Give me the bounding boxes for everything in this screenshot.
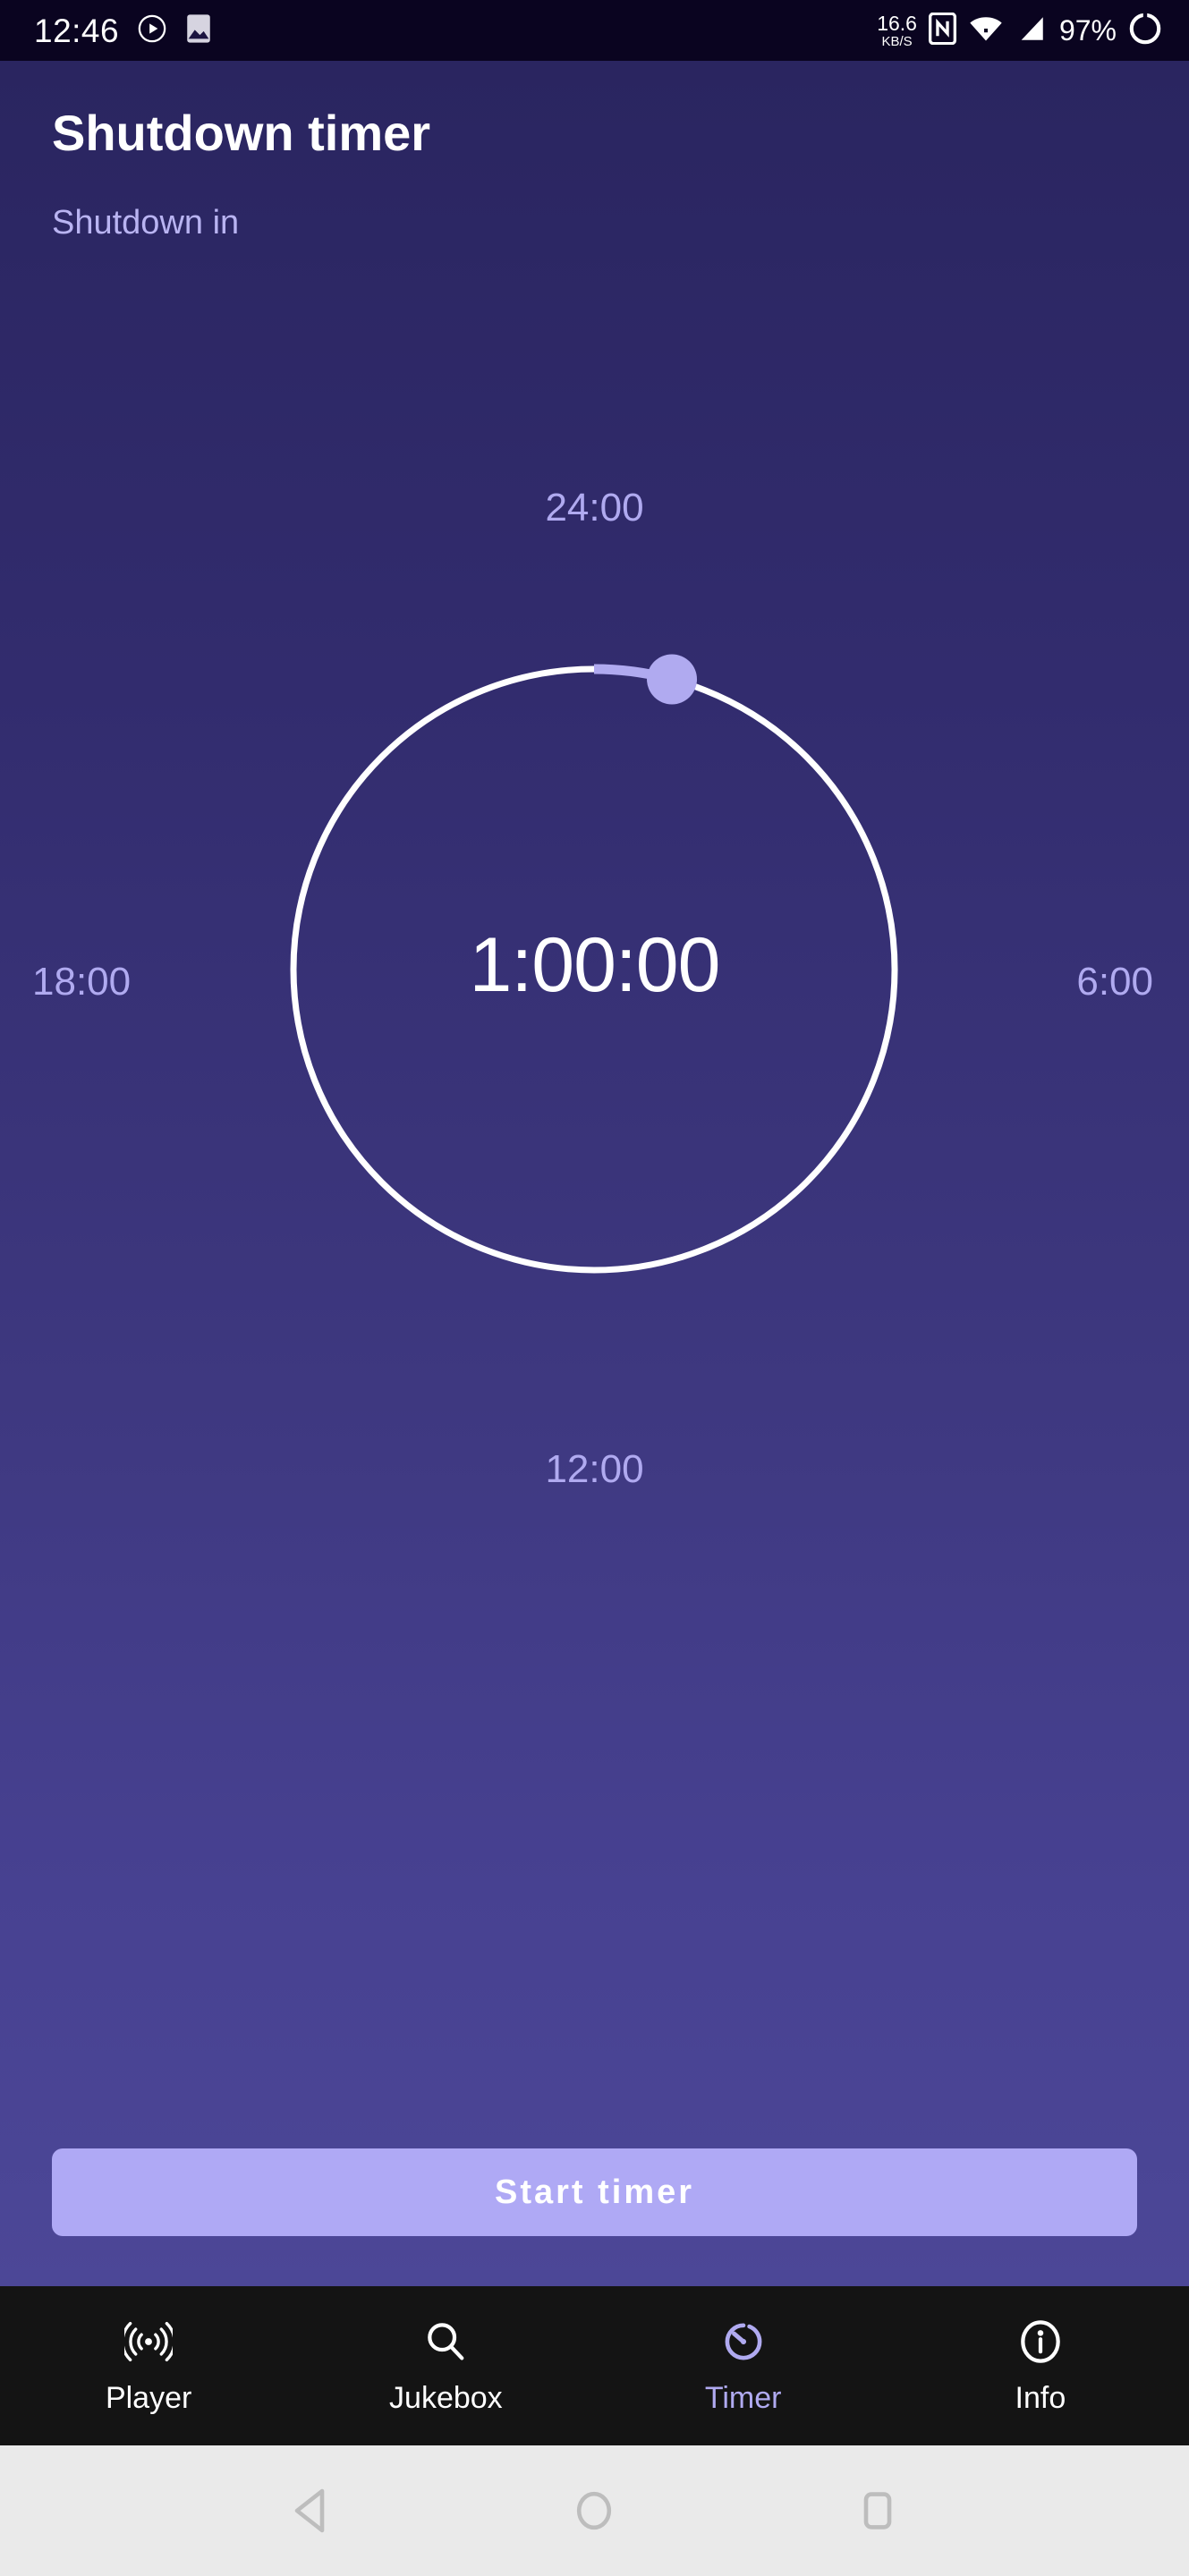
page-subtitle: Shutdown in: [52, 204, 240, 242]
broadcast-icon: [124, 2317, 174, 2367]
phone-screen: 12:46 16.6 KB/S 97% Shutdown timer Shutd…: [0, 0, 1189, 2576]
status-bar-right: 16.6 KB/S 97%: [877, 12, 1162, 50]
nav-label-info: Info: [1015, 2380, 1066, 2415]
nav-item-info[interactable]: Info: [892, 2286, 1189, 2445]
page-title: Shutdown timer: [52, 105, 431, 161]
battery-circle-icon: [1128, 12, 1162, 50]
search-icon: [423, 2317, 468, 2367]
nav-label-jukebox: Jukebox: [389, 2380, 503, 2415]
home-circle-icon[interactable]: [540, 2445, 648, 2576]
status-bar-left: 12:46: [34, 13, 212, 48]
nfc-icon: [928, 12, 956, 49]
network-speed-value: 16.6: [877, 11, 917, 35]
app-content: Shutdown timer Shutdown in 24:00 6:00 12…: [0, 61, 1189, 2286]
dial-label-top: 24:00: [545, 486, 644, 530]
battery-percent: 97%: [1058, 13, 1117, 47]
timer-icon: [719, 2317, 768, 2367]
signal-icon: [1015, 13, 1048, 48]
network-speed: 16.6 KB/S: [877, 13, 917, 48]
nav-item-jukebox[interactable]: Jukebox: [297, 2286, 594, 2445]
play-circle-icon: [137, 13, 167, 48]
android-navigation-bar: [0, 2445, 1189, 2576]
nav-label-timer: Timer: [704, 2380, 782, 2415]
nav-item-timer[interactable]: Timer: [595, 2286, 892, 2445]
nav-item-player[interactable]: Player: [0, 2286, 297, 2445]
status-clock: 12:46: [34, 12, 120, 49]
recents-square-icon[interactable]: [824, 2445, 931, 2576]
image-icon: [185, 13, 212, 48]
bottom-navigation: Player Jukebox Timer Info: [0, 2286, 1189, 2445]
dial-knob[interactable]: [647, 654, 698, 705]
timer-dial[interactable]: 24:00 6:00 12:00 18:00 1:00:00: [0, 454, 1189, 1491]
wifi-icon: [968, 13, 1004, 48]
timer-value: 1:00:00: [469, 922, 721, 1008]
back-triangle-icon[interactable]: [258, 2445, 365, 2576]
status-bar: 12:46 16.6 KB/S 97%: [0, 0, 1189, 61]
info-icon: [1017, 2317, 1064, 2367]
nav-label-player: Player: [105, 2380, 192, 2415]
network-speed-unit: KB/S: [881, 33, 913, 49]
start-timer-button[interactable]: Start timer: [52, 2148, 1137, 2236]
dial-label-bottom: 12:00: [545, 1447, 644, 1491]
